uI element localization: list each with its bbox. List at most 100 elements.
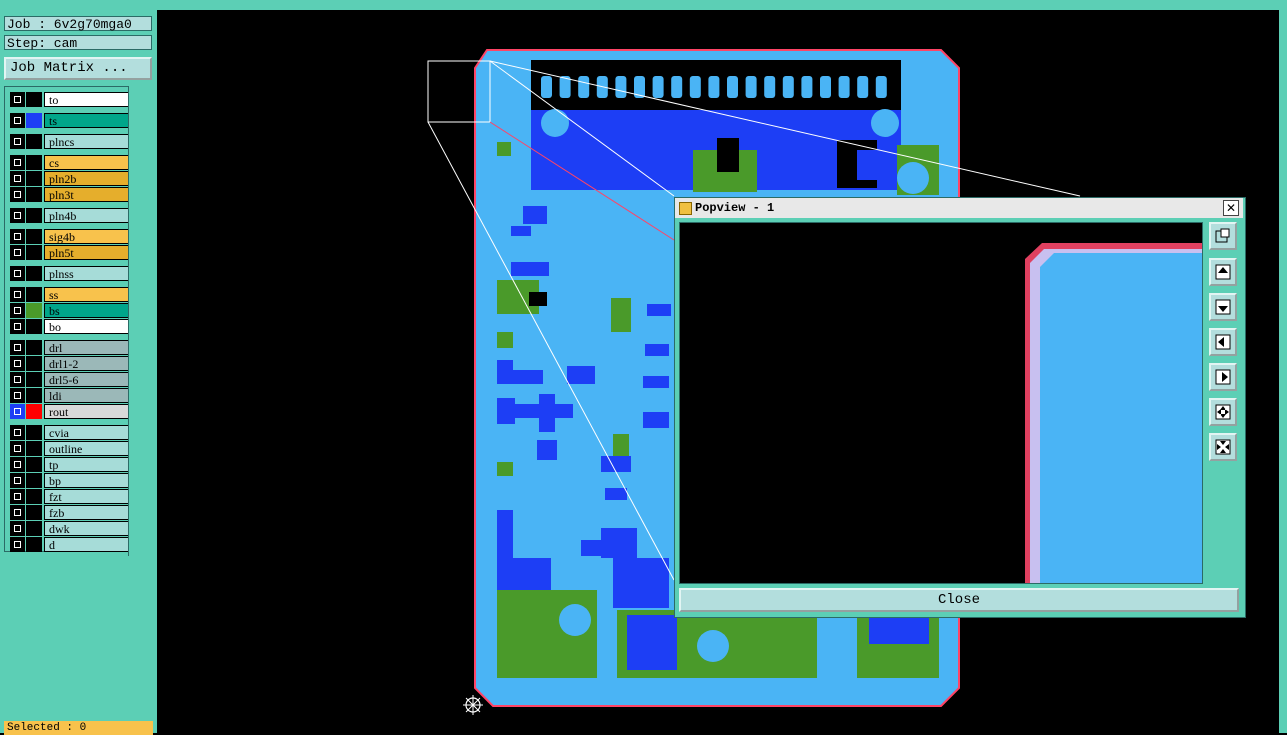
layer-color-swatch[interactable] [26,356,42,371]
layer-label[interactable]: plncs [44,134,131,149]
layer-color-swatch[interactable] [26,266,42,281]
layer-color-swatch[interactable] [26,372,42,387]
layer-label[interactable]: outline [44,441,131,456]
layer-label[interactable]: to [44,92,131,107]
layer-checkbox[interactable] [10,229,25,244]
layer-row-drl[interactable]: drl [9,340,131,355]
layer-color-swatch[interactable] [26,425,42,440]
layer-row-ss[interactable]: ss [9,287,131,302]
move-left-icon[interactable] [1209,328,1237,356]
layer-color-swatch[interactable] [26,303,42,318]
layer-color-swatch[interactable] [26,287,42,302]
layer-label[interactable]: pln5t [44,245,131,260]
layer-color-swatch[interactable] [26,340,42,355]
layer-checkbox[interactable] [10,441,25,456]
layer-label[interactable]: pln4b [44,208,131,223]
layer-row-tp[interactable]: tp [9,457,131,472]
zoom-in-icon[interactable] [1209,398,1237,426]
layer-checkbox[interactable] [10,521,25,536]
layer-label[interactable]: drl5-6 [44,372,131,387]
layer-row-d[interactable]: d [9,537,131,552]
layer-checkbox[interactable] [10,287,25,302]
layer-color-swatch[interactable] [26,521,42,536]
layer-label[interactable]: cs [44,155,131,170]
layer-row-sig4b[interactable]: sig4b [9,229,131,244]
layer-row-drl5-6[interactable]: drl5-6 [9,372,131,387]
layer-color-swatch[interactable] [26,208,42,223]
close-icon[interactable]: ✕ [1223,200,1239,216]
layer-label[interactable]: tp [44,457,131,472]
layer-label[interactable]: ss [44,287,131,302]
popview-canvas[interactable] [679,222,1203,584]
layer-checkbox[interactable] [10,92,25,107]
layer-color-swatch[interactable] [26,113,42,128]
layer-row-cs[interactable]: cs [9,155,131,170]
layer-row-pln5t[interactable]: pln5t [9,245,131,260]
layer-label[interactable]: fzt [44,489,131,504]
layer-checkbox[interactable] [10,489,25,504]
layer-label[interactable]: rout [44,404,131,419]
layer-color-swatch[interactable] [26,404,42,419]
layer-checkbox[interactable] [10,303,25,318]
layer-row-ts[interactable]: ts [9,113,131,128]
layer-label[interactable]: bs [44,303,131,318]
layer-label[interactable]: sig4b [44,229,131,244]
layer-checkbox[interactable] [10,266,25,281]
layer-checkbox[interactable] [10,245,25,260]
layer-color-swatch[interactable] [26,171,42,186]
layer-label[interactable]: ldi [44,388,131,403]
zoom-fit-icon[interactable] [1209,222,1237,250]
layer-row-dwk[interactable]: dwk [9,521,131,536]
layer-label[interactable]: bp [44,473,131,488]
layer-color-swatch[interactable] [26,388,42,403]
layer-color-swatch[interactable] [26,489,42,504]
layer-row-cvia[interactable]: cvia [9,425,131,440]
popview-titlebar[interactable]: Popview - 1 ✕ [675,198,1243,218]
layer-label[interactable]: pln3t [44,187,131,202]
layer-checkbox[interactable] [10,372,25,387]
layer-row-pln2b[interactable]: pln2b [9,171,131,186]
close-button[interactable]: Close [679,588,1239,612]
layer-label[interactable]: plnss [44,266,131,281]
layer-label[interactable]: drl [44,340,131,355]
layer-color-swatch[interactable] [26,245,42,260]
layer-checkbox[interactable] [10,388,25,403]
layer-color-swatch[interactable] [26,229,42,244]
layer-row-plnss[interactable]: plnss [9,266,131,281]
layer-label[interactable]: bo [44,319,131,334]
layer-color-swatch[interactable] [26,155,42,170]
layer-row-bs[interactable]: bs [9,303,131,318]
layer-checkbox[interactable] [10,404,25,419]
layer-row-to[interactable]: to [9,92,131,107]
layer-color-swatch[interactable] [26,134,42,149]
layer-color-swatch[interactable] [26,505,42,520]
layer-label[interactable]: dwk [44,521,131,536]
layer-color-swatch[interactable] [26,187,42,202]
layer-label[interactable]: ts [44,113,131,128]
layer-checkbox[interactable] [10,319,25,334]
move-right-icon[interactable] [1209,363,1237,391]
layer-checkbox[interactable] [10,155,25,170]
layer-row-pln3t[interactable]: pln3t [9,187,131,202]
layer-checkbox[interactable] [10,208,25,223]
popview-window[interactable]: Popview - 1 ✕ Close [674,197,1246,618]
layer-row-rout[interactable]: rout [9,404,131,419]
layer-row-fzt[interactable]: fzt [9,489,131,504]
layer-row-bo[interactable]: bo [9,319,131,334]
layer-checkbox[interactable] [10,134,25,149]
layer-row-bp[interactable]: bp [9,473,131,488]
layer-checkbox[interactable] [10,340,25,355]
layer-color-swatch[interactable] [26,92,42,107]
layer-checkbox[interactable] [10,473,25,488]
move-down-icon[interactable] [1209,293,1237,321]
layer-color-swatch[interactable] [26,537,42,552]
layer-row-plncs[interactable]: plncs [9,134,131,149]
layer-list-scroll-area[interactable] [128,86,155,556]
layer-color-swatch[interactable] [26,441,42,456]
layer-label[interactable]: d [44,537,131,552]
layer-row-outline[interactable]: outline [9,441,131,456]
layer-checkbox[interactable] [10,457,25,472]
move-up-icon[interactable] [1209,258,1237,286]
layer-label[interactable]: fzb [44,505,131,520]
layer-checkbox[interactable] [10,537,25,552]
